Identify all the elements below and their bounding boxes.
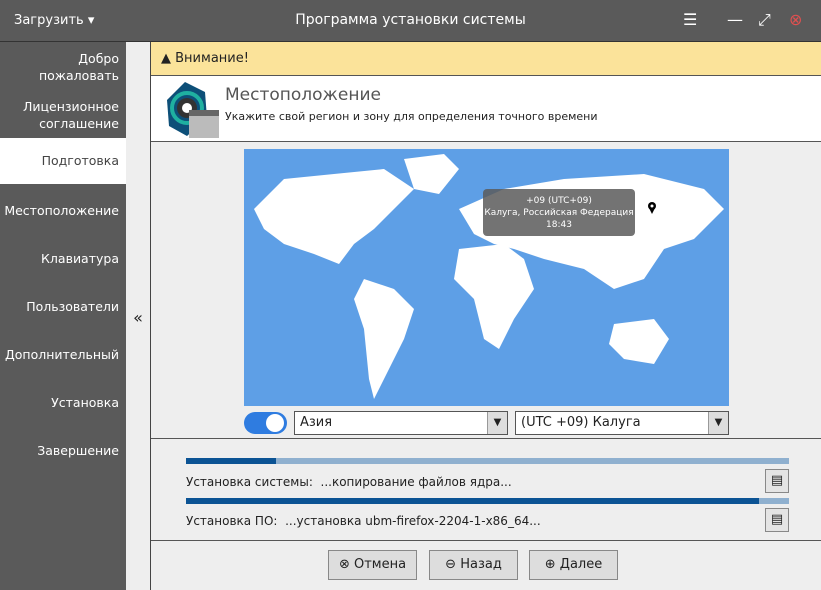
chevron-down-icon[interactable]: ▼ [708, 412, 728, 434]
title-bar: Загрузить ▾ Программа установки системы … [0, 0, 821, 42]
system-log-button[interactable]: ▤ [765, 469, 789, 493]
page-title: Местоположение [225, 85, 381, 105]
location-app-icon [167, 82, 219, 138]
sidebar-item-keyboard[interactable]: Клавиатура [41, 250, 119, 267]
system-install-progress [186, 458, 789, 464]
close-icon[interactable]: ⊗ [789, 10, 802, 29]
back-button[interactable]: ⊖ Назад [429, 550, 518, 580]
divider [151, 540, 821, 541]
location-pin-icon [648, 202, 656, 214]
log-icon: ▤ [770, 473, 784, 488]
warning-icon: ▲ [161, 51, 171, 66]
sidebar-item-location[interactable]: Местоположение [4, 202, 119, 219]
sidebar-item-additional[interactable]: Дополнительный [5, 346, 119, 363]
next-button[interactable]: ⊕ Далее [529, 550, 618, 580]
menu-icon[interactable]: ☰ [683, 10, 697, 29]
sidebar-item-install[interactable]: Установка [51, 394, 119, 411]
timezone-map[interactable]: +09 (UTC+09) Калуга, Российская Федераци… [244, 149, 729, 406]
sidebar-item-preparation[interactable]: Подготовка [0, 138, 126, 184]
page-subtitle: Укажите свой регион и зону для определен… [225, 110, 598, 123]
sidebar-item-finish[interactable]: Завершение [37, 442, 119, 459]
region-select[interactable]: Азия ▼ [294, 411, 508, 435]
log-icon: ▤ [770, 512, 784, 527]
window-title: Программа установки системы [295, 12, 526, 28]
main-panel: ▲ Внимание! Местоположение Укажите свой … [150, 42, 821, 590]
sidebar-item-license[interactable]: Лицензионное соглашение [9, 98, 119, 132]
cancel-icon: ⊗ [338, 557, 350, 572]
divider [151, 438, 821, 439]
timezone-tooltip: +09 (UTC+09) Калуга, Российская Федераци… [483, 189, 635, 236]
warning-banner[interactable]: ▲ Внимание! [151, 42, 821, 76]
minimize-icon[interactable]: — [727, 10, 743, 29]
sidebar-item-users[interactable]: Пользователи [26, 298, 119, 315]
auto-time-toggle[interactable] [244, 412, 287, 434]
software-install-status: Установка ПО: ...установка ubm-firefox-2… [186, 514, 541, 528]
arrow-right-icon: ⊕ [544, 557, 556, 572]
software-install-progress [186, 498, 789, 504]
sidebar-item-welcome[interactable]: Добро пожаловать [19, 50, 119, 84]
collapse-sidebar-button[interactable]: « [126, 42, 150, 590]
page-header: Местоположение Укажите свой регион и зон… [151, 76, 821, 142]
maximize-icon[interactable]: ⤢ [758, 10, 771, 30]
system-install-status: Установка системы: ...копирование файлов… [186, 475, 512, 489]
chevron-down-icon[interactable]: ▼ [487, 412, 507, 434]
zone-select[interactable]: (UTC +09) Калуга ▼ [515, 411, 729, 435]
world-map [254, 154, 724, 399]
software-log-button[interactable]: ▤ [765, 508, 789, 532]
cancel-button[interactable]: ⊗ Отмена [328, 550, 417, 580]
sidebar: Добро пожаловать Лицензионное соглашение… [0, 42, 126, 590]
arrow-left-icon: ⊖ [445, 557, 457, 572]
